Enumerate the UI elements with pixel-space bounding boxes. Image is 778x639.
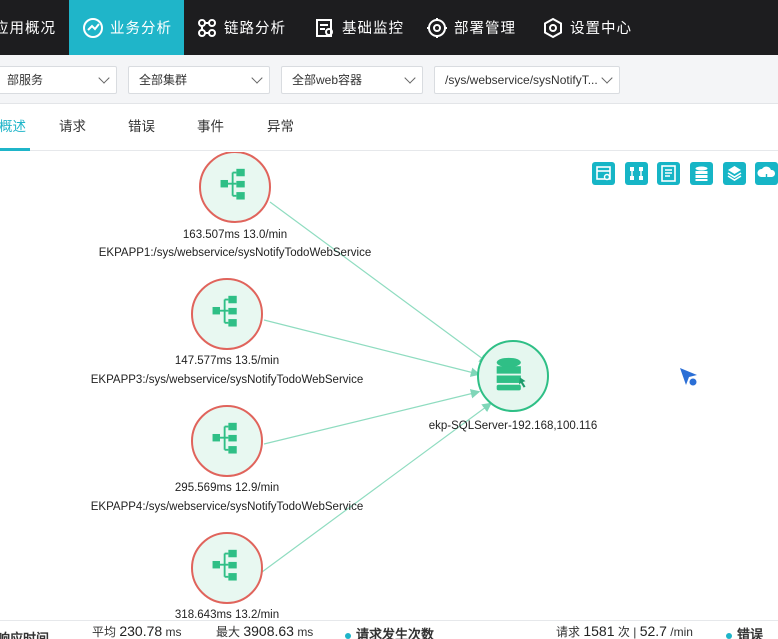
trace-analysis-icon (198, 18, 216, 37)
nav-item-label: 设置中心 (570, 21, 632, 37)
series-dot (345, 632, 351, 639)
service-node[interactable] (199, 152, 271, 223)
error-title: 错误 (726, 624, 763, 639)
chevron-down-icon (601, 72, 613, 84)
nav-item-business-analysis[interactable]: 业务分析 (69, 0, 184, 55)
service-node[interactable] (191, 405, 263, 477)
req-stat: 请求 1581 次 | 52.7 /min (556, 623, 693, 639)
chevron-down-icon (98, 72, 110, 84)
node-metrics: 318.643ms 13.2/min (174, 609, 280, 620)
topology-edges (261, 201, 492, 573)
node-metrics: 147.577ms 13.5/min (174, 355, 280, 367)
cluster-select[interactable]: 全部集群 (128, 66, 270, 94)
avg-stat: 平均 230.78 ms (92, 623, 182, 639)
service-select[interactable]: 部服务 (0, 66, 117, 94)
container-select[interactable]: 全部web容器 (281, 66, 423, 94)
node-name: EKPAPP4:/sys/webservice/sysNotifyTodoWeb… (90, 501, 364, 513)
settings-icon (544, 17, 562, 38)
path-select[interactable]: /sys/webservice/sysNotifyT... (434, 66, 620, 94)
nav-item-basic-monitor[interactable]: 基础监控 (300, 0, 413, 55)
nav-item-label: 应用概况 (0, 21, 56, 37)
filter-bar: 部服务 全部集群 全部web容器 /sys/webservice/sysNoti… (0, 55, 778, 104)
database-node-name: ekp-SQLServer-192.168,100.116 (428, 420, 598, 432)
basic-monitor-icon (316, 18, 333, 37)
nav-item-deploy-manage[interactable]: 部署管理 (413, 0, 530, 55)
nav-item-trace-analysis[interactable]: 链路分析 (184, 0, 300, 55)
node-name: EKPAPP1:/sys/webservice/sysNotifyTodoWeb… (98, 247, 372, 259)
stats-bar: 响应时间 平均 230.78 ms 最大 3908.63 ms 请求发生次数 请… (0, 620, 778, 639)
req-count-title: 请求发生次数 (345, 624, 434, 639)
chevron-down-icon (404, 72, 416, 84)
tab-label: 事件 (197, 119, 224, 135)
nav-item-label: 部署管理 (454, 21, 516, 37)
nav-item-label: 链路分析 (224, 21, 286, 37)
database-node[interactable] (477, 340, 549, 412)
cursor-icon (680, 368, 698, 387)
tab-errors[interactable]: 错误 (128, 104, 155, 151)
nav-item-label: 业务分析 (110, 21, 172, 37)
service-select-value: 部服务 (7, 73, 44, 87)
service-tree-icon (212, 295, 237, 327)
tab-overview[interactable]: 概述 (0, 104, 30, 151)
top-nav: 应用概况 业务分析 链路分析 基础监控 部署管理 设置中心 (0, 0, 778, 55)
deploy-manage-icon (427, 17, 447, 38)
edge-line (269, 201, 489, 364)
tab-label: 异常 (267, 119, 294, 135)
topology-canvas[interactable]: 163.507ms 13.0/min EKPAPP1:/sys/webservi… (0, 152, 778, 620)
database-icon (496, 357, 526, 391)
tab-events[interactable]: 事件 (197, 104, 224, 151)
tab-requests[interactable]: 请求 (59, 104, 86, 151)
service-tree-icon (212, 422, 237, 454)
node-metrics: 163.507ms 13.0/min (182, 229, 288, 241)
chevron-down-icon (251, 72, 263, 84)
service-node[interactable] (191, 532, 263, 604)
nav-item-settings[interactable]: 设置中心 (530, 0, 648, 55)
tab-label: 概述 (0, 119, 26, 135)
tab-bar: 概述 请求 错误 事件 异常 (0, 104, 778, 151)
nav-item-label: 基础监控 (342, 21, 404, 37)
container-select-value: 全部web容器 (292, 73, 363, 87)
edge-line (263, 319, 481, 377)
path-select-value: /sys/webservice/sysNotifyT... (445, 73, 598, 87)
service-node[interactable] (191, 278, 263, 350)
service-tree-icon (212, 549, 237, 581)
business-analysis-icon (83, 17, 103, 38)
series-dot (726, 632, 732, 639)
max-stat: 最大 3908.63 ms (216, 623, 314, 639)
node-name: EKPAPP3:/sys/webservice/sysNotifyTodoWeb… (90, 374, 364, 386)
tab-exceptions[interactable]: 异常 (267, 104, 294, 151)
cluster-select-value: 全部集群 (139, 73, 188, 87)
nav-item-app-overview[interactable]: 应用概况 (0, 0, 69, 55)
node-metrics: 295.569ms 12.9/min (174, 482, 280, 494)
service-tree-icon (220, 168, 245, 200)
tab-label: 错误 (128, 119, 155, 135)
tab-label: 请求 (59, 119, 86, 135)
